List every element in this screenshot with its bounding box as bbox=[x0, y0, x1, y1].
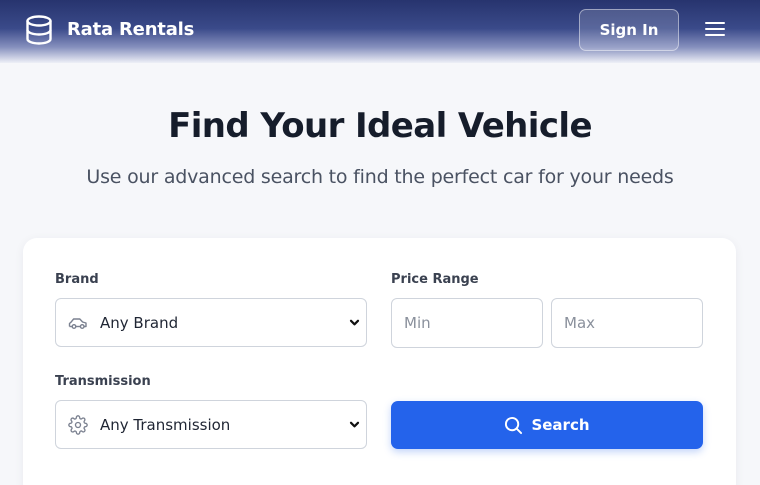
gear-icon bbox=[68, 415, 88, 435]
transmission-label: Transmission bbox=[55, 374, 151, 389]
search-button-label: Search bbox=[531, 416, 590, 434]
car-icon bbox=[68, 318, 87, 329]
transmission-select[interactable]: Any Transmission bbox=[55, 400, 367, 449]
transmission-selected-value: Any Transmission bbox=[100, 416, 231, 434]
price-min-input[interactable] bbox=[391, 298, 543, 348]
brand-selected-value: Any Brand bbox=[100, 314, 179, 332]
page-subtitle: Use our advanced search to find the perf… bbox=[86, 166, 674, 188]
chevron-down-icon bbox=[349, 421, 360, 428]
search-button[interactable]: Search bbox=[391, 401, 703, 449]
price-max-input[interactable] bbox=[551, 298, 703, 348]
sign-in-button[interactable]: Sign In bbox=[579, 9, 679, 51]
brand-name[interactable]: Rata Rentals bbox=[67, 19, 194, 40]
hamburger-menu-icon[interactable] bbox=[703, 19, 727, 41]
top-navigation-bar: Rata Rentals Sign In bbox=[0, 0, 760, 63]
database-icon bbox=[26, 15, 52, 45]
price-range-label: Price Range bbox=[391, 272, 479, 287]
page-title: Find Your Ideal Vehicle bbox=[168, 106, 592, 146]
search-icon bbox=[505, 416, 523, 434]
brand-label: Brand bbox=[55, 272, 99, 287]
brand-select[interactable]: Any Brand bbox=[55, 298, 367, 347]
chevron-down-icon bbox=[349, 319, 360, 326]
